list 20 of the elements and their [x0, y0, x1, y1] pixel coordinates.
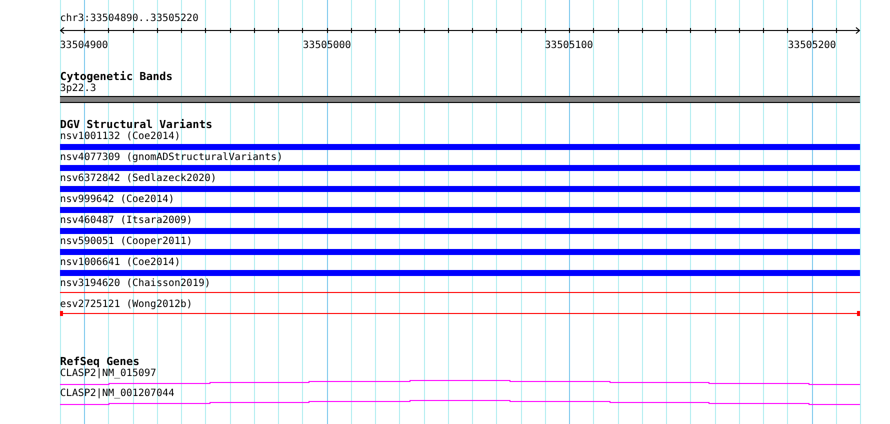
band-label: 3p22.3	[60, 83, 98, 95]
ruler-tick-label: 33505100	[544, 40, 594, 51]
location-label: chr3:33504890..33505220	[60, 13, 200, 25]
ruler-tick-label: 33504900	[60, 40, 108, 51]
track-title: Cytogenetic Bands	[60, 71, 174, 83]
variant-label: nsv460487 (Itsara2009)	[60, 215, 194, 227]
variant-label: nsv999642 (Coe2014)	[60, 194, 176, 206]
ruler-tick-label: 33505000	[302, 40, 352, 51]
transcript-label: CLASP2|NM_001207044	[60, 388, 176, 400]
ruler-tick-label: 33505200	[788, 40, 836, 51]
transcript-label: CLASP2|NM_015097	[60, 368, 158, 380]
track-title: DGV Structural Variants	[60, 119, 214, 131]
variant-label: nsv1006641 (Coe2014)	[60, 257, 182, 269]
track-title: RefSeq Genes	[60, 356, 140, 368]
variant-label: nsv1001132 (Coe2014)	[60, 131, 182, 143]
variant-label: nsv6372842 (Sedlazeck2020)	[60, 173, 218, 185]
variant-label: nsv4077309 (gnomADStructuralVariants)	[60, 152, 284, 164]
variant-label: esv2725121 (Wong2012b)	[60, 299, 194, 311]
variant-label: nsv590051 (Cooper2011)	[60, 236, 194, 248]
variant-label: nsv3194620 (Chaisson2019)	[60, 278, 212, 290]
